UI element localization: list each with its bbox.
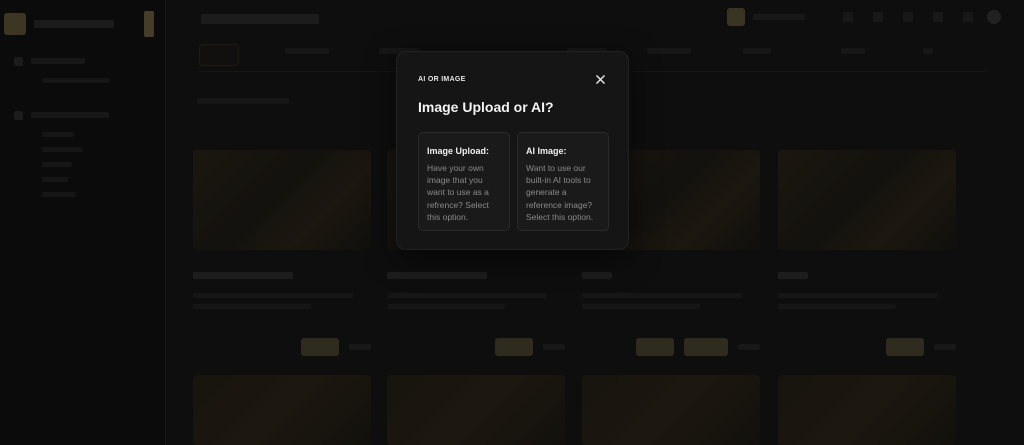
ai-image-option[interactable]: AI Image: Want to use our built-in AI to… (517, 132, 609, 231)
image-upload-option[interactable]: Image Upload: Have your own image that y… (418, 132, 510, 231)
option-title: Image Upload: (427, 146, 490, 156)
option-description: Want to use our built-in AI tools to gen… (526, 163, 594, 222)
ai-or-image-dialog: AI OR IMAGE Image Upload or AI? Image Up… (396, 51, 629, 250)
dialog-title: Image Upload or AI? (418, 99, 554, 115)
close-icon (595, 74, 605, 84)
option-description: Have your own image that you want to use… (427, 163, 489, 222)
close-button[interactable] (593, 72, 607, 86)
dialog-eyebrow: AI OR IMAGE (418, 76, 466, 83)
option-title: AI Image: (526, 146, 567, 156)
